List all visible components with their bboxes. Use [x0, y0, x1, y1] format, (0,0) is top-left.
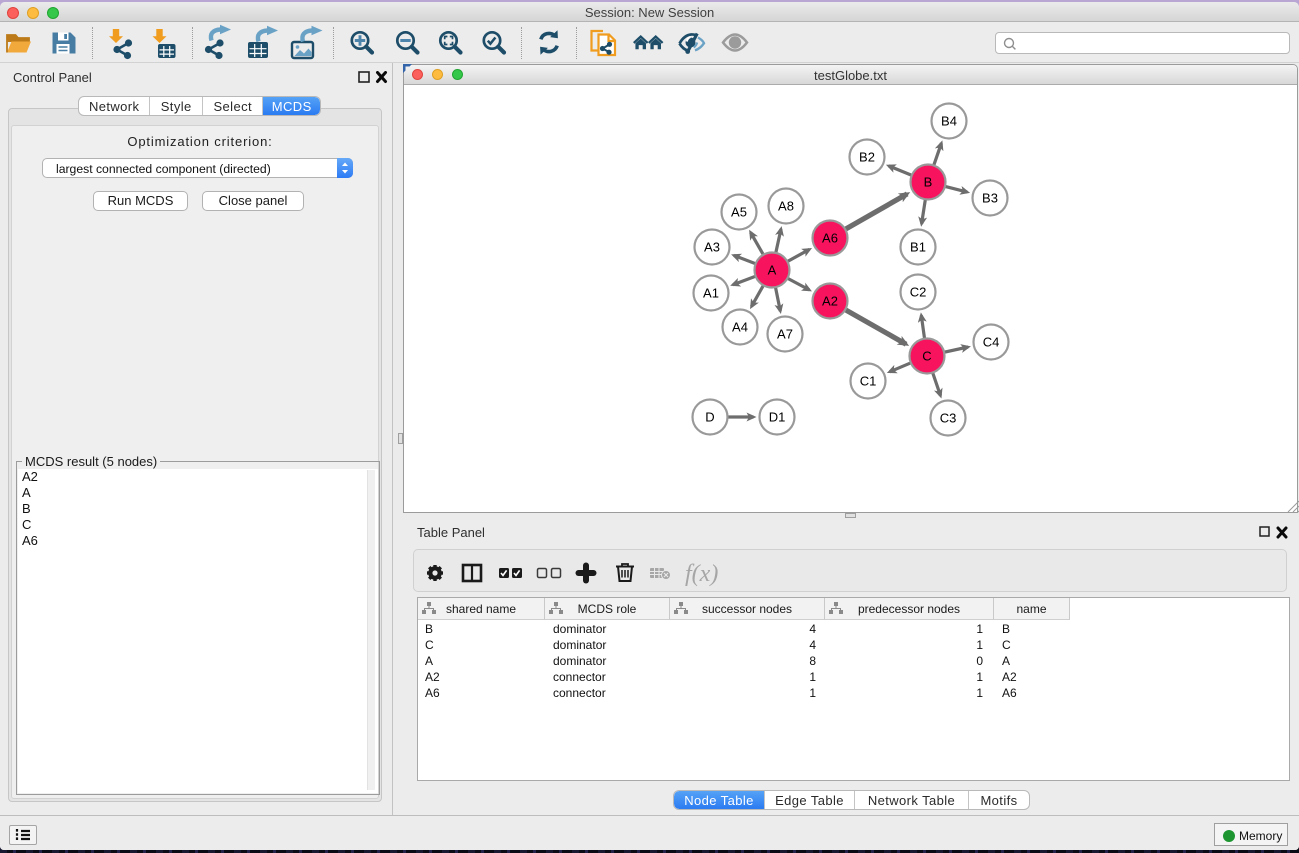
svg-text:D: D	[705, 410, 714, 425]
svg-text:A2: A2	[822, 294, 838, 309]
svg-text:B2: B2	[859, 150, 875, 165]
svg-text:C: C	[922, 349, 931, 364]
svg-text:D1: D1	[769, 410, 786, 425]
svg-text:A7: A7	[777, 327, 793, 342]
svg-text:B: B	[924, 175, 933, 190]
svg-text:f(x): f(x)	[685, 561, 718, 587]
svg-text:A6: A6	[822, 231, 838, 246]
svg-text:A: A	[768, 263, 777, 278]
svg-text:A3: A3	[704, 240, 720, 255]
svg-text:C4: C4	[983, 335, 1000, 350]
svg-text:A1: A1	[703, 286, 719, 301]
svg-text:C1: C1	[860, 374, 877, 389]
svg-text:C2: C2	[910, 285, 927, 300]
svg-text:A5: A5	[731, 205, 747, 220]
svg-text:B1: B1	[910, 240, 926, 255]
svg-text:A4: A4	[732, 320, 748, 335]
svg-text:A8: A8	[778, 199, 794, 214]
svg-text:B3: B3	[982, 191, 998, 206]
svg-text:B4: B4	[941, 114, 957, 129]
svg-text:C3: C3	[940, 411, 957, 426]
